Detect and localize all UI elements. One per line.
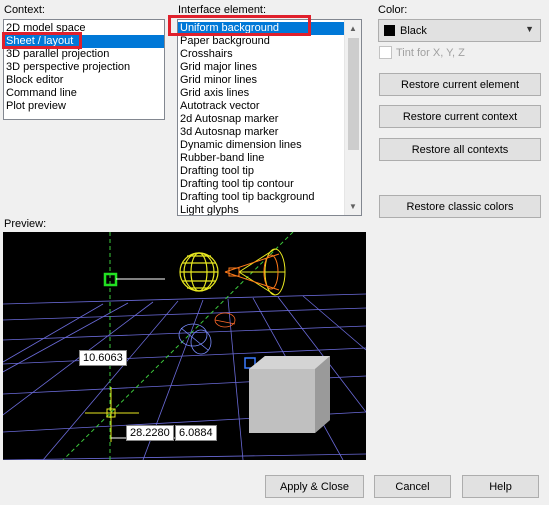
interface-element-scrollbar[interactable]: ▲ ▼ [344,20,361,215]
preview-canvas: 10.6063 28.2280 6.0884 [3,232,366,460]
dynamic-dimension-box-2: 28.2280 [126,425,174,441]
context-list-item[interactable]: Command line [4,87,164,100]
light-sphere-icon [179,252,219,292]
context-list-item[interactable]: 3D perspective projection [4,61,164,74]
restore-current-element-button[interactable]: Restore current element [379,73,541,96]
color-value: Black [400,24,427,37]
cube-icon [249,356,330,433]
interface-highlight-box [168,15,311,36]
interface-list-item[interactable]: Crosshairs [178,48,344,61]
interface-list-item[interactable]: Grid minor lines [178,74,344,87]
context-list-item[interactable]: 3D parallel projection [4,48,164,61]
preview-label: Preview: [4,218,47,230]
interface-list-item[interactable]: 2d Autosnap marker [178,113,344,126]
scroll-up-icon[interactable]: ▲ [345,20,361,37]
interface-list-item[interactable]: Paper background [178,35,344,48]
scroll-down-icon[interactable]: ▼ [345,198,361,215]
interface-list-item[interactable]: Rubber-band line [178,152,344,165]
dynamic-dimension-box-1: 10.6063 [79,350,127,366]
tint-label: Tint for X, Y, Z [396,46,465,59]
context-list-item[interactable]: Block editor [4,74,164,87]
scroll-thumb[interactable] [348,38,359,150]
dynamic-dimension-box-3: 6.0884 [175,425,217,441]
color-swatch [384,25,395,36]
restore-classic-colors-button[interactable]: Restore classic colors [379,195,541,218]
interface-list-item[interactable]: Dynamic dimension lines [178,139,344,152]
interface-list-item[interactable]: Grid axis lines [178,87,344,100]
chevron-down-icon: ▼ [525,24,534,34]
context-label: Context: [4,4,45,16]
interface-list-item[interactable]: Grid major lines [178,61,344,74]
wireframe-object-icon [178,323,212,355]
interface-list-item[interactable]: Autotrack vector [178,100,344,113]
interface-list-item[interactable]: Drafting tool tip background [178,191,344,204]
interface-element-listbox[interactable]: Uniform background Paper background Crossh… [177,19,362,216]
context-list-item[interactable]: Plot preview [4,100,164,113]
interface-list-item[interactable]: 3d Autosnap marker [178,126,344,139]
interface-list-item[interactable]: Light glyphs [178,204,344,215]
interface-list-item[interactable]: Drafting tool tip contour [178,178,344,191]
cancel-button[interactable]: Cancel [374,475,451,498]
restore-current-context-button[interactable]: Restore current context [379,105,541,128]
color-dropdown[interactable]: Black ▼ [378,19,541,42]
wireframe-orange-icon [214,312,236,328]
color-label: Color: [378,4,408,16]
interface-list-item[interactable]: Drafting tool tip [178,165,344,178]
context-highlight-box [2,32,82,49]
apply-close-button[interactable]: Apply & Close [265,475,364,498]
restore-all-contexts-button[interactable]: Restore all contexts [379,138,541,161]
tint-checkbox-row[interactable]: Tint for X, Y, Z [379,46,465,59]
tint-checkbox[interactable] [379,46,392,59]
help-button[interactable]: Help [462,475,539,498]
